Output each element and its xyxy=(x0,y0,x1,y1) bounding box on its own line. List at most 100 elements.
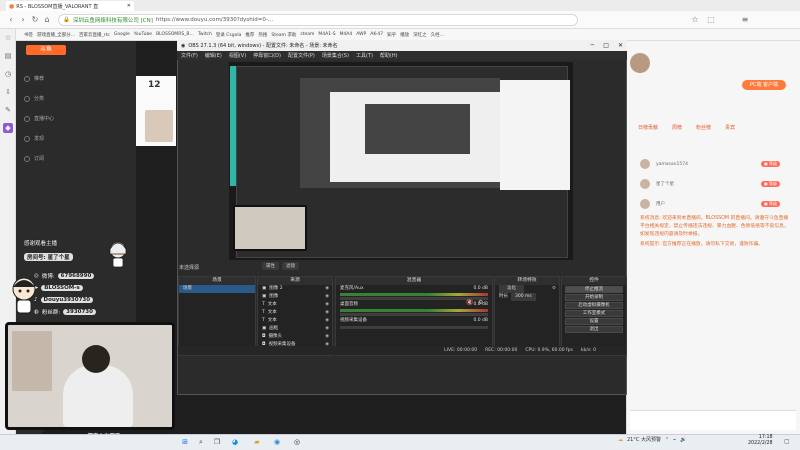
chat-input[interactable] xyxy=(630,410,796,430)
clock[interactable]: 17:18 2022/2/28 xyxy=(748,435,773,447)
volume-slider[interactable] xyxy=(340,313,488,316)
speaker-muted-icon[interactable]: 🔇 xyxy=(466,299,473,306)
bookmark-item[interactable]: Google xyxy=(114,32,130,37)
bookmark-item[interactable]: 书签 xyxy=(24,32,33,38)
url-input[interactable]: 🔒 深圳云鱼网络科技有限公司 [CN] https://www.douyu.co… xyxy=(58,14,578,26)
minimize-icon[interactable]: ─ xyxy=(591,42,595,49)
star-icon[interactable]: ☆ xyxy=(690,15,700,25)
bookmark-item[interactable]: 百家云直播_rtc xyxy=(79,32,110,38)
settings-button[interactable]: 设置 xyxy=(565,318,623,325)
windows-start-icon[interactable]: ⊞ xyxy=(180,437,190,447)
bookmark-item[interactable]: AWP xyxy=(356,32,366,37)
tab-daily-rank[interactable]: 日榜贡献 xyxy=(638,124,658,134)
sidebar-item-subscribe[interactable]: 订阅 xyxy=(24,155,44,162)
history-icon[interactable]: ◷ xyxy=(3,69,13,79)
start-recording-button[interactable]: 开始录制 xyxy=(565,294,623,301)
bookmark-item[interactable]: BLOSSOMRS_B... xyxy=(156,32,194,37)
rank-row[interactable]: yamasan1574 ▣ 等级 xyxy=(640,158,780,170)
browser-tab[interactable]: ● RS - BLOSSOM直播_VALORANT 直 ✕ xyxy=(6,1,134,11)
exit-button[interactable]: 退出 xyxy=(565,326,623,333)
bookmark-item[interactable]: steam xyxy=(300,32,314,37)
bookmark-item[interactable]: 知乎 xyxy=(387,32,396,38)
menu-view[interactable]: 视图(V) xyxy=(229,52,246,59)
bookmark-item[interactable]: M4A1-S xyxy=(318,32,335,37)
sidebar-item-recommend[interactable]: 推荐 xyxy=(24,75,44,82)
source-item[interactable]: ◘ 摄像头 ◉ xyxy=(258,333,332,341)
source-item[interactable]: T 文本 ◉ xyxy=(258,309,332,317)
volume-icon[interactable]: 🔊 xyxy=(680,437,686,443)
menu-icon[interactable]: ≡ xyxy=(740,15,750,25)
menu-profile[interactable]: 配置文件(P) xyxy=(288,52,315,59)
pc-client-button[interactable]: PC端 客户端 xyxy=(742,80,786,90)
reading-icon[interactable]: ▤ xyxy=(3,51,13,61)
task-view-icon[interactable]: ❐ xyxy=(212,437,222,447)
menu-scene-collection[interactable]: 场景集合(S) xyxy=(322,52,349,59)
bookmark-item[interactable]: 深红之 xyxy=(413,32,427,38)
source-item[interactable]: T 文本 ◉ xyxy=(258,317,332,325)
eye-icon[interactable]: ◉ xyxy=(325,325,329,333)
scene-item[interactable]: 场景 xyxy=(179,285,255,293)
properties-button[interactable]: 属性 xyxy=(262,262,279,270)
eye-icon[interactable]: ◉ xyxy=(325,317,329,325)
tab-fans-rank[interactable]: 粉丝榜 xyxy=(696,124,711,134)
forward-icon[interactable]: › xyxy=(18,15,28,25)
eye-icon[interactable]: ◉ xyxy=(325,285,329,293)
gear-icon[interactable]: ⚙ xyxy=(552,285,556,293)
source-item[interactable]: ▣ 图像 2 ◉ xyxy=(258,285,332,293)
eye-icon[interactable]: ◉ xyxy=(325,309,329,317)
studio-mode-button[interactable]: 工作室模式 xyxy=(565,310,623,317)
start-virtual-camera-button[interactable]: 启动虚拟摄像机 xyxy=(565,302,623,309)
notification-icon[interactable]: ▢ xyxy=(784,438,790,445)
chevron-up-icon[interactable]: ⌃ xyxy=(665,437,669,443)
anchor-avatar[interactable] xyxy=(145,110,173,142)
sidebar-item-category[interactable]: 分类 xyxy=(24,95,44,102)
tab-vip[interactable]: 贵宾 xyxy=(725,124,735,134)
gear-icon[interactable]: ⚙ xyxy=(478,299,483,306)
menu-help[interactable]: 帮助(H) xyxy=(380,52,398,59)
bookmark-item[interactable]: 久经... xyxy=(431,32,444,38)
eye-icon[interactable]: ◉ xyxy=(325,301,329,309)
bookmark-item[interactable]: M4A4 xyxy=(340,32,353,37)
avatar[interactable] xyxy=(630,53,650,73)
bookmark-item[interactable]: Steam 求助 xyxy=(271,32,296,38)
bookmark-item[interactable]: 登录 Csgola xyxy=(216,32,242,38)
bookmark-item[interactable]: Twitch xyxy=(198,32,212,37)
network-icon[interactable]: ⌁ xyxy=(673,437,676,443)
eye-icon[interactable]: ◉ xyxy=(325,333,329,341)
obs-taskbar-icon[interactable]: ◎ xyxy=(292,437,302,447)
search-icon[interactable]: ⌕ xyxy=(196,437,206,447)
bookmark-item[interactable]: 播放 xyxy=(400,32,409,38)
sidebar-item-discover[interactable]: 发现 xyxy=(24,135,44,142)
bookmark-item[interactable]: AK-47 xyxy=(370,32,383,37)
stop-streaming-button[interactable]: 停止推流 xyxy=(565,286,623,293)
source-item[interactable]: ▣ 图像 ◉ xyxy=(258,293,332,301)
source-item[interactable]: ▣ 画框 ◉ xyxy=(258,325,332,333)
extension-icon[interactable]: ⬚ xyxy=(706,15,716,25)
sidebar-item-live-center[interactable]: 直播中心 xyxy=(24,115,54,122)
rank-row[interactable]: 星了个星 ▣ 等级 xyxy=(640,178,780,190)
reload-icon[interactable]: ↻ xyxy=(30,15,40,25)
menu-docks[interactable]: 停靠窗口(D) xyxy=(253,52,281,59)
menu-tools[interactable]: 工具(T) xyxy=(356,52,373,59)
bookmark-item[interactable]: YouTube xyxy=(134,32,152,37)
maximize-icon[interactable]: □ xyxy=(603,42,609,49)
volume-slider[interactable] xyxy=(340,326,488,329)
weather-text[interactable]: 21°C 大风预警 xyxy=(627,436,661,443)
back-icon[interactable]: ‹ xyxy=(6,15,16,25)
favorites-icon[interactable]: ☆ xyxy=(3,33,13,43)
duration-field[interactable]: 时长 300 ms xyxy=(495,293,559,301)
bookmark-item[interactable]: 游戏直播_全部分... xyxy=(37,32,75,38)
transition-select[interactable]: 淡化 ⚙ xyxy=(495,285,559,293)
douyu-logo-icon[interactable]: 斗鱼 xyxy=(26,45,66,55)
bookmark-item[interactable]: 推荐 xyxy=(245,32,254,38)
home-icon[interactable]: ⌂ xyxy=(42,15,52,25)
menu-file[interactable]: 文件(F) xyxy=(181,52,198,59)
close-icon[interactable]: ✕ xyxy=(127,3,131,9)
filters-button[interactable]: 滤镜 xyxy=(282,262,299,270)
app-icon[interactable]: ◆ xyxy=(3,123,13,133)
tab-weekly-rank[interactable]: 周榜 xyxy=(672,124,682,134)
close-icon[interactable]: ✕ xyxy=(618,42,623,49)
menu-edit[interactable]: 编辑(E) xyxy=(205,52,222,59)
browser-taskbar-icon[interactable]: ◉ xyxy=(272,437,282,447)
download-icon[interactable]: ⇩ xyxy=(3,87,13,97)
